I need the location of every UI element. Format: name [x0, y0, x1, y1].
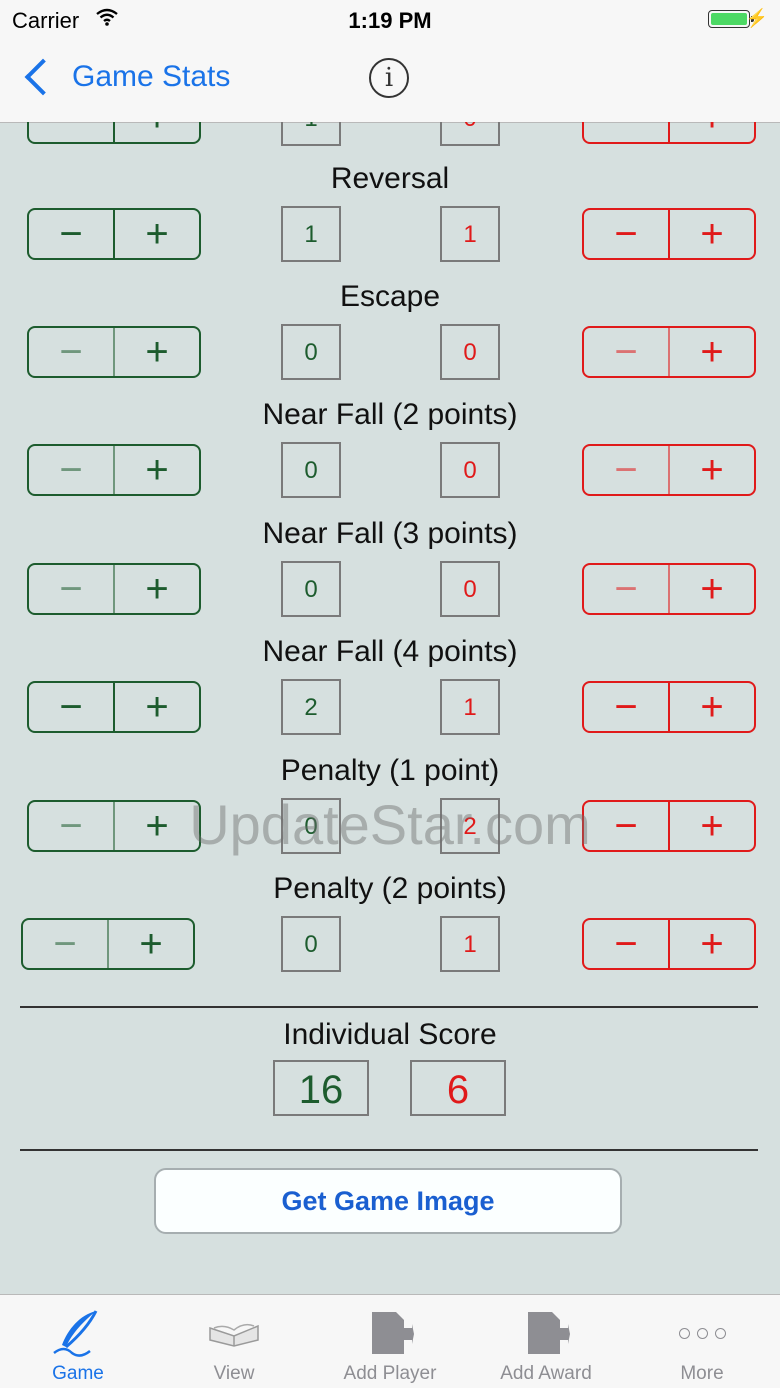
battery-icon — [708, 10, 754, 28]
tab-view[interactable]: View — [156, 1295, 312, 1388]
left-decrement-button[interactable]: − — [29, 210, 115, 258]
right-decrement-button[interactable]: − — [584, 565, 670, 613]
stat-label: Penalty (2 points) — [273, 872, 507, 905]
left-increment-button[interactable]: + — [115, 122, 199, 142]
stats-scroll-view[interactable]: −+10−+Reversal−+11−+Escape−+00−+Near Fal… — [0, 122, 780, 1294]
stat-label: Near Fall (4 points) — [262, 635, 518, 668]
tab-label: Add Award — [500, 1363, 592, 1384]
left-increment-button[interactable]: + — [109, 920, 193, 968]
stat-label: Reversal — [330, 162, 450, 195]
right-stepper[interactable]: −+ — [582, 563, 756, 615]
right-stepper[interactable]: −+ — [582, 122, 756, 144]
left-increment-button[interactable]: + — [115, 683, 199, 731]
right-decrement-button[interactable]: − — [584, 122, 670, 142]
right-increment-button[interactable]: + — [670, 328, 754, 376]
divider — [20, 1149, 758, 1151]
left-increment-button[interactable]: + — [115, 328, 199, 376]
left-decrement-button[interactable]: − — [23, 920, 109, 968]
right-decrement-button[interactable]: − — [584, 210, 670, 258]
info-button[interactable]: i — [369, 58, 409, 98]
left-decrement-button[interactable]: − — [29, 446, 115, 494]
tab-more[interactable]: More — [624, 1295, 780, 1388]
navigation-bar: Game Stats i — [0, 40, 780, 123]
left-value: 2 — [281, 679, 341, 735]
right-increment-button[interactable]: + — [670, 683, 754, 731]
left-decrement-button[interactable]: − — [29, 122, 115, 142]
stat-label: Near Fall (3 points) — [262, 517, 518, 550]
right-stepper[interactable]: −+ — [582, 326, 756, 378]
left-increment-button[interactable]: + — [115, 565, 199, 613]
left-value: 0 — [281, 442, 341, 498]
right-increment-button[interactable]: + — [670, 446, 754, 494]
tab-label: More — [680, 1363, 724, 1384]
left-stepper[interactable]: −+ — [27, 122, 201, 144]
stat-label: Escape — [339, 280, 441, 313]
tab-label: Add Player — [343, 1363, 437, 1384]
right-value: 0 — [440, 561, 500, 617]
right-increment-button[interactable]: + — [670, 565, 754, 613]
right-increment-button[interactable]: + — [670, 210, 754, 258]
add-award-icon — [468, 1309, 624, 1357]
right-decrement-button[interactable]: − — [584, 446, 670, 494]
charging-icon: ⚡ — [745, 8, 768, 28]
divider — [20, 1006, 758, 1008]
left-stepper[interactable]: −+ — [21, 918, 195, 970]
left-value: 1 — [281, 122, 341, 146]
left-increment-button[interactable]: + — [115, 210, 199, 258]
tab-label: View — [213, 1363, 255, 1384]
tab-add-award[interactable]: Add Award — [468, 1295, 624, 1388]
right-decrement-button[interactable]: − — [584, 920, 670, 968]
back-button-label: Game Stats — [72, 60, 231, 93]
back-button[interactable]: Game Stats — [22, 58, 231, 96]
right-value: 0 — [440, 442, 500, 498]
individual-score-label: Individual Score — [283, 1018, 497, 1051]
get-game-image-button[interactable]: Get Game Image — [154, 1168, 622, 1234]
right-value: 1 — [440, 916, 500, 972]
tab-game[interactable]: Game — [0, 1295, 156, 1388]
right-stepper[interactable]: −+ — [582, 681, 756, 733]
chevron-left-icon — [24, 58, 62, 96]
tab-bar: Game View Add Player Add Award More — [0, 1294, 780, 1388]
clock: 1:19 PM — [348, 8, 432, 33]
right-value: 1 — [440, 206, 500, 262]
right-score: 6 — [410, 1060, 506, 1116]
left-decrement-button[interactable]: − — [29, 683, 115, 731]
right-decrement-button[interactable]: − — [584, 683, 670, 731]
quill-icon — [0, 1309, 156, 1357]
left-score: 16 — [273, 1060, 369, 1116]
open-book-icon — [156, 1309, 312, 1357]
left-decrement-button[interactable]: − — [29, 328, 115, 376]
left-stepper[interactable]: −+ — [27, 208, 201, 260]
left-stepper[interactable]: −+ — [27, 326, 201, 378]
tab-label: Game — [52, 1363, 104, 1384]
right-decrement-button[interactable]: − — [584, 328, 670, 376]
left-stepper[interactable]: −+ — [27, 444, 201, 496]
more-icon — [624, 1309, 780, 1357]
left-value: 1 — [281, 206, 341, 262]
right-value: 0 — [440, 324, 500, 380]
stat-label: Penalty (1 point) — [280, 754, 500, 787]
watermark: UpdateStar.com — [189, 793, 591, 856]
stat-label: Near Fall (2 points) — [262, 398, 518, 431]
tab-add-player[interactable]: Add Player — [312, 1295, 468, 1388]
right-stepper[interactable]: −+ — [582, 208, 756, 260]
left-increment-button[interactable]: + — [115, 446, 199, 494]
left-value: 0 — [281, 561, 341, 617]
left-value: 0 — [281, 916, 341, 972]
status-bar: Carrier 1:19 PM ⚡ — [0, 0, 780, 40]
info-icon: i — [384, 63, 394, 93]
right-increment-button[interactable]: + — [670, 122, 754, 142]
right-value: 0 — [440, 122, 500, 146]
add-player-icon — [312, 1309, 468, 1357]
left-value: 0 — [281, 324, 341, 380]
right-increment-button[interactable]: + — [670, 920, 754, 968]
right-value: 1 — [440, 679, 500, 735]
left-stepper[interactable]: −+ — [27, 681, 201, 733]
right-stepper[interactable]: −+ — [582, 918, 756, 970]
left-stepper[interactable]: −+ — [27, 563, 201, 615]
right-stepper[interactable]: −+ — [582, 444, 756, 496]
left-decrement-button[interactable]: − — [29, 565, 115, 613]
